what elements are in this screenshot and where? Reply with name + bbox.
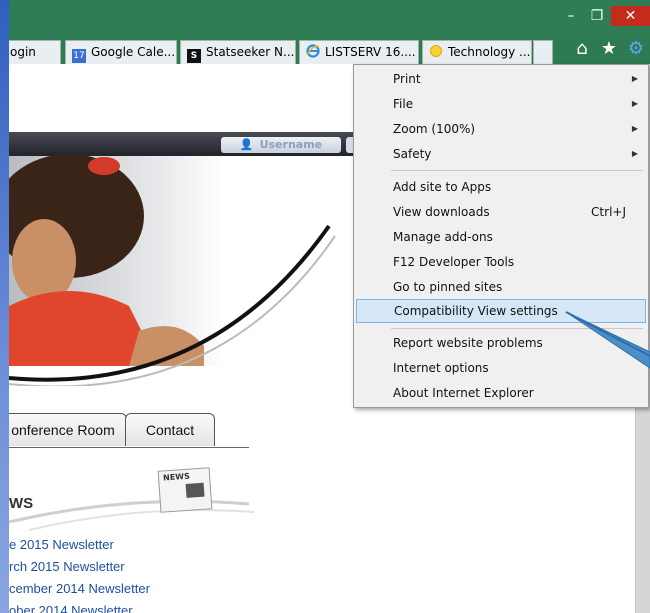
menu-item-label: Add site to Apps — [393, 180, 492, 194]
submenu-arrow-icon: ▶ — [631, 124, 638, 133]
site-tabs: onference Room Contact — [9, 413, 249, 448]
tab-label: Statseeker N... — [206, 45, 295, 59]
menu-item-shortcut: Ctrl+J — [591, 205, 626, 219]
username-label: Username — [259, 138, 323, 151]
title-bar: – ❐ ✕ — [9, 0, 650, 34]
menu-item-report-website-problems[interactable]: Report website problems — [356, 331, 646, 355]
menu-item-label: Safety — [393, 147, 432, 161]
menu-item-compatibility-view-settings[interactable]: Compatibility View settings — [356, 299, 646, 323]
tab-label: LISTSERV 16.... — [325, 45, 416, 59]
sun-icon — [429, 44, 443, 58]
news-section-art — [9, 464, 259, 534]
menu-item-add-site-to-apps[interactable]: Add site to Apps — [356, 175, 646, 199]
hero-banner — [9, 154, 339, 388]
minimize-button[interactable]: – — [561, 6, 581, 26]
menu-item-label: F12 Developer Tools — [393, 255, 515, 269]
menu-item-label: Zoom (100%) — [393, 122, 476, 136]
newsletter-link[interactable]: e 2015 Newsletter — [9, 534, 150, 556]
newsletter-link[interactable]: cember 2014 Newsletter — [9, 578, 150, 600]
menu-item-safety[interactable]: Safety ▶ — [356, 142, 646, 166]
desktop-background — [0, 0, 9, 613]
submenu-arrow-icon: ▶ — [631, 74, 638, 83]
menu-item-label: Compatibility View settings — [394, 304, 558, 318]
menu-item-label: Report website problems — [393, 336, 543, 350]
tab-listserv[interactable]: LISTSERV 16.... — [299, 40, 419, 64]
newspaper-icon: NEWS — [157, 467, 213, 513]
newspaper-photo — [185, 482, 205, 498]
tab-conference-room[interactable]: onference Room — [9, 413, 127, 446]
menu-item-zoom[interactable]: Zoom (100%) ▶ — [356, 117, 646, 141]
menu-separator — [391, 170, 643, 171]
tab-label: Technology ... — [448, 45, 531, 59]
menu-item-label: File — [393, 97, 414, 111]
tools-menu: Print ▶ File ▶ Zoom (100%) ▶ Safety ▶ Add si… — [353, 64, 649, 408]
tab-statseeker[interactable]: S Statseeker N... — [180, 40, 296, 64]
ie-icon — [306, 44, 320, 58]
newsletter-link[interactable]: rch 2015 Newsletter — [9, 556, 150, 578]
tools-gear-icon[interactable]: ⚙ — [625, 38, 647, 60]
menu-item-manage-add-ons[interactable]: Manage add-ons — [356, 225, 646, 249]
news-heading: WS — [9, 495, 34, 512]
tab-label: Google Cale... — [91, 45, 176, 59]
menu-item-about-internet-explorer[interactable]: About Internet Explorer — [356, 381, 646, 405]
newsletter-link[interactable]: ober 2014 Newsletter — [9, 600, 150, 613]
username-field[interactable]: 👤 Username — [221, 137, 341, 153]
favorites-star-icon[interactable]: ★ — [598, 38, 620, 60]
menu-separator — [391, 328, 643, 329]
menu-item-label: Print — [393, 72, 421, 86]
hero-image — [9, 154, 336, 388]
calendar-icon: 17 — [72, 49, 86, 63]
home-icon[interactable]: ⌂ — [571, 38, 593, 60]
tab-label: ogin — [10, 45, 36, 59]
menu-item-f12-developer-tools[interactable]: F12 Developer Tools — [356, 250, 646, 274]
menu-item-label: Internet options — [393, 361, 489, 375]
newsletter-list: e 2015 Newsletter rch 2015 Newsletter ce… — [9, 534, 150, 613]
statseeker-icon: S — [187, 49, 201, 63]
menu-item-view-downloads[interactable]: View downloads Ctrl+J — [356, 200, 646, 224]
new-tab-button[interactable] — [533, 40, 553, 64]
tab-google-calendar[interactable]: 17 Google Cale... — [65, 40, 177, 64]
menu-item-go-to-pinned-sites[interactable]: Go to pinned sites — [356, 275, 646, 299]
restore-button[interactable]: ❐ — [586, 6, 608, 26]
menu-item-print[interactable]: Print ▶ — [356, 67, 646, 91]
menu-item-label: About Internet Explorer — [393, 386, 534, 400]
tab-contact[interactable]: Contact — [125, 413, 215, 446]
submenu-arrow-icon: ▶ — [631, 149, 638, 158]
tab-login[interactable]: ogin — [9, 40, 61, 64]
user-icon: 👤 — [239, 138, 254, 151]
tab-technology[interactable]: Technology ... — [422, 40, 532, 64]
menu-item-file[interactable]: File ▶ — [356, 92, 646, 116]
menu-item-internet-options[interactable]: Internet options — [356, 356, 646, 380]
menu-item-label: Manage add-ons — [393, 230, 493, 244]
tab-bar: ogin 17 Google Cale... S Statseeker N... L… — [9, 34, 650, 64]
menu-item-label: View downloads — [393, 205, 490, 219]
menu-item-label: Go to pinned sites — [393, 280, 503, 294]
submenu-arrow-icon: ▶ — [631, 99, 638, 108]
news-badge-label: NEWS — [162, 471, 191, 483]
close-button[interactable]: ✕ — [611, 6, 650, 26]
